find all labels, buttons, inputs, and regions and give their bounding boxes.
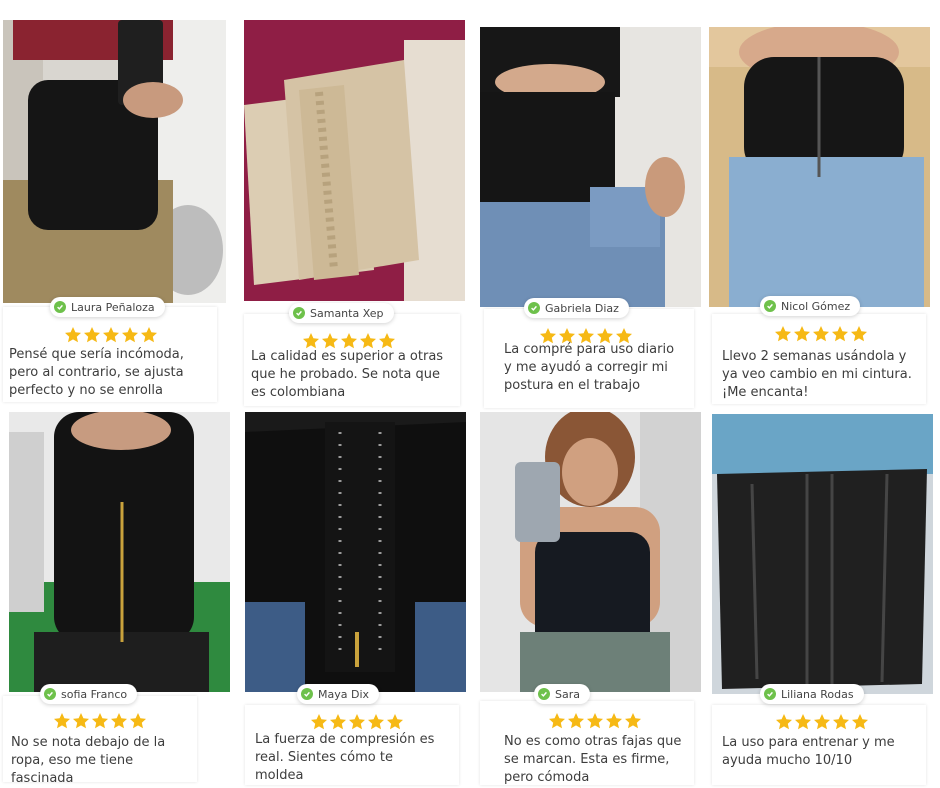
star-icon [795, 714, 811, 730]
star-icon [387, 714, 403, 730]
review-text: Llevo 2 semanas usándola y ya veo cambio… [722, 349, 912, 400]
star-icon [65, 327, 81, 343]
review-text: No se nota debajo de la ropa, eso me tie… [11, 735, 166, 786]
reviewer-name: Sara [555, 687, 580, 701]
reviewer-name-badge: Sara [534, 684, 590, 704]
star-icon [92, 713, 108, 729]
verified-check-icon [528, 302, 540, 314]
verified-check-icon [54, 301, 66, 313]
star-icon [111, 713, 127, 729]
verified-check-icon [301, 688, 313, 700]
star-icon [833, 714, 849, 730]
reviewer-name-badge: Laura Peñaloza [50, 297, 165, 317]
review-photo[interactable] [480, 27, 701, 307]
star-icon [368, 714, 384, 730]
star-icon [587, 713, 603, 729]
review-photo[interactable] [709, 27, 930, 307]
reviewer-name: Maya Dix [318, 687, 370, 701]
star-icon [349, 714, 365, 730]
star-icon [130, 713, 146, 729]
star-icon [776, 714, 792, 730]
reviewer-name: Nicol Gómez [781, 299, 851, 313]
star-icon [568, 713, 584, 729]
verified-check-icon [764, 688, 776, 700]
star-icon [73, 713, 89, 729]
star-icon [625, 713, 641, 729]
star-icon [794, 326, 810, 342]
reviewer-name: sofia Franco [61, 687, 128, 701]
star-icon [814, 714, 830, 730]
reviewer-name: Gabriela Diaz [545, 301, 619, 315]
star-icon [606, 713, 622, 729]
star-icon [341, 333, 357, 349]
star-icon [322, 333, 338, 349]
star-icon [141, 327, 157, 343]
review-photo[interactable] [3, 20, 226, 303]
review-text: No es como otras fajas que se marcan. Es… [504, 734, 682, 785]
review-text: Pensé que sería incómoda, pero al contra… [9, 347, 184, 398]
star-icon [549, 713, 565, 729]
star-rating [64, 326, 158, 343]
star-rating [775, 713, 869, 730]
star-rating [548, 712, 642, 729]
star-icon [122, 327, 138, 343]
verified-check-icon [538, 688, 550, 700]
star-icon [832, 326, 848, 342]
reviewer-name-badge: Nicol Gómez [760, 296, 861, 316]
star-icon [84, 327, 100, 343]
star-rating [774, 325, 868, 342]
star-icon [851, 326, 867, 342]
star-icon [54, 713, 70, 729]
reviewer-name-badge: Samanta Xep [289, 303, 394, 323]
review-photo[interactable] [244, 20, 465, 301]
star-icon [775, 326, 791, 342]
review-photo[interactable] [245, 412, 466, 692]
star-icon [360, 333, 376, 349]
star-icon [303, 333, 319, 349]
verified-check-icon [44, 688, 56, 700]
reviewer-name-badge: Maya Dix [297, 684, 380, 704]
review-text: La calidad es superior a otras que he pr… [251, 349, 444, 400]
reviewer-name-badge: Gabriela Diaz [524, 298, 629, 318]
reviewer-name-badge: sofia Franco [40, 684, 138, 704]
star-rating [53, 712, 147, 729]
review-text: La compré para uso diario y me ayudó a c… [504, 342, 675, 393]
star-icon [330, 714, 346, 730]
reviewer-name-badge: Liliana Rodas [760, 684, 864, 704]
reviewer-name: Laura Peñaloza [71, 300, 155, 314]
star-icon [852, 714, 868, 730]
reviewer-name: Liliana Rodas [781, 687, 854, 701]
review-photo[interactable] [480, 412, 701, 692]
review-text: La uso para entrenar y me ayuda mucho 10… [722, 735, 895, 768]
star-icon [379, 333, 395, 349]
verified-check-icon [293, 307, 305, 319]
star-icon [813, 326, 829, 342]
star-icon [311, 714, 327, 730]
star-icon [103, 327, 119, 343]
review-photo[interactable] [9, 412, 230, 692]
review-text: La fuerza de compresión es real. Sientes… [255, 732, 435, 783]
review-photo[interactable] [712, 414, 933, 694]
reviewer-name: Samanta Xep [310, 306, 384, 320]
star-rating [310, 713, 404, 730]
verified-check-icon [764, 300, 776, 312]
star-rating [302, 332, 396, 349]
